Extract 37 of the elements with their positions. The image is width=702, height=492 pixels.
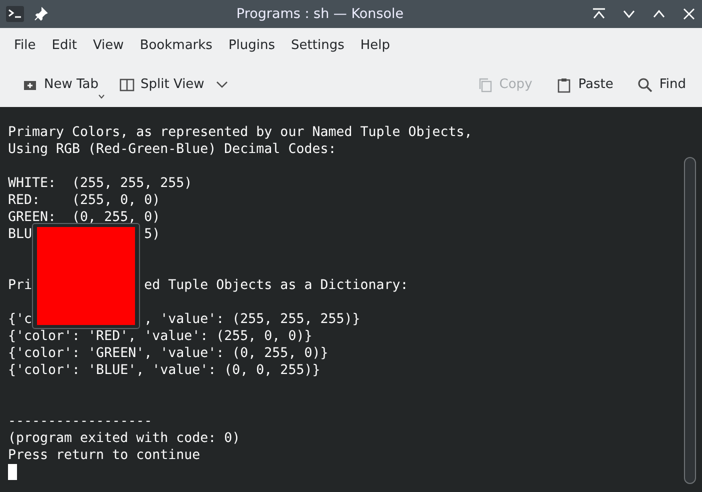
menu-item[interactable]: Edit xyxy=(44,32,85,60)
toolbar-button[interactable]: New Tab xyxy=(14,71,106,99)
terminal-line: {'color': 'GREEN', 'value': (0, 255, 0)} xyxy=(8,345,328,362)
menu-item[interactable]: File xyxy=(6,32,44,60)
terminal-line: Press return to continue xyxy=(8,447,200,464)
copy-icon xyxy=(477,77,494,93)
terminal-line: {'color': 'BLUE', 'value': (0, 0, 255)} xyxy=(8,362,320,379)
terminal-line: RED: (255, 0, 0) xyxy=(8,192,160,209)
terminal-icon[interactable] xyxy=(6,6,24,22)
caret-icon xyxy=(216,81,228,89)
split-view-icon xyxy=(118,77,134,93)
menu-item[interactable]: Settings xyxy=(283,32,352,60)
terminal-line: Primary Colors, as represented by our Named Tuple Objects, xyxy=(8,124,472,141)
terminal-line: WHITE: (255, 255, 255) xyxy=(8,175,192,192)
window-title: Programs : sh — Konsole xyxy=(235,4,405,24)
menu-item[interactable]: Plugins xyxy=(220,32,284,60)
toolbar-button[interactable]: Paste xyxy=(548,71,622,99)
menu-item[interactable]: Help xyxy=(352,32,398,60)
terminal-line: {'color': 'RED', 'value': (255, 0, 0)} xyxy=(8,328,312,345)
toolbar-button[interactable]: Split View xyxy=(110,71,236,99)
terminal-line: {'c , 'value': (255, 255, 255)} xyxy=(8,311,360,328)
toolbar-button[interactable]: Find xyxy=(629,71,694,99)
terminal-line: Using RGB (Red-Green-Blue) Decimal Codes: xyxy=(8,141,336,158)
search-icon xyxy=(637,77,654,93)
menu-item[interactable]: View xyxy=(84,32,132,60)
terminal-line: GREEN: (0, 255, 0) xyxy=(8,209,160,226)
terminal-line: (program exited with code: 0) xyxy=(8,430,240,447)
close-icon[interactable] xyxy=(682,7,696,21)
clipboard-icon xyxy=(556,77,572,93)
scrollbar[interactable] xyxy=(684,157,696,484)
terminal-line: BLU 5) xyxy=(8,226,160,243)
terminal-line: ------------------ xyxy=(8,413,152,430)
pin-icon[interactable] xyxy=(34,7,48,21)
menu-item[interactable]: Bookmarks xyxy=(132,32,220,60)
keep-above-icon[interactable] xyxy=(592,7,606,21)
caret-icon xyxy=(98,94,104,99)
terminal-line: Pri ed Tuple Objects as a Dictionary: xyxy=(8,277,408,294)
